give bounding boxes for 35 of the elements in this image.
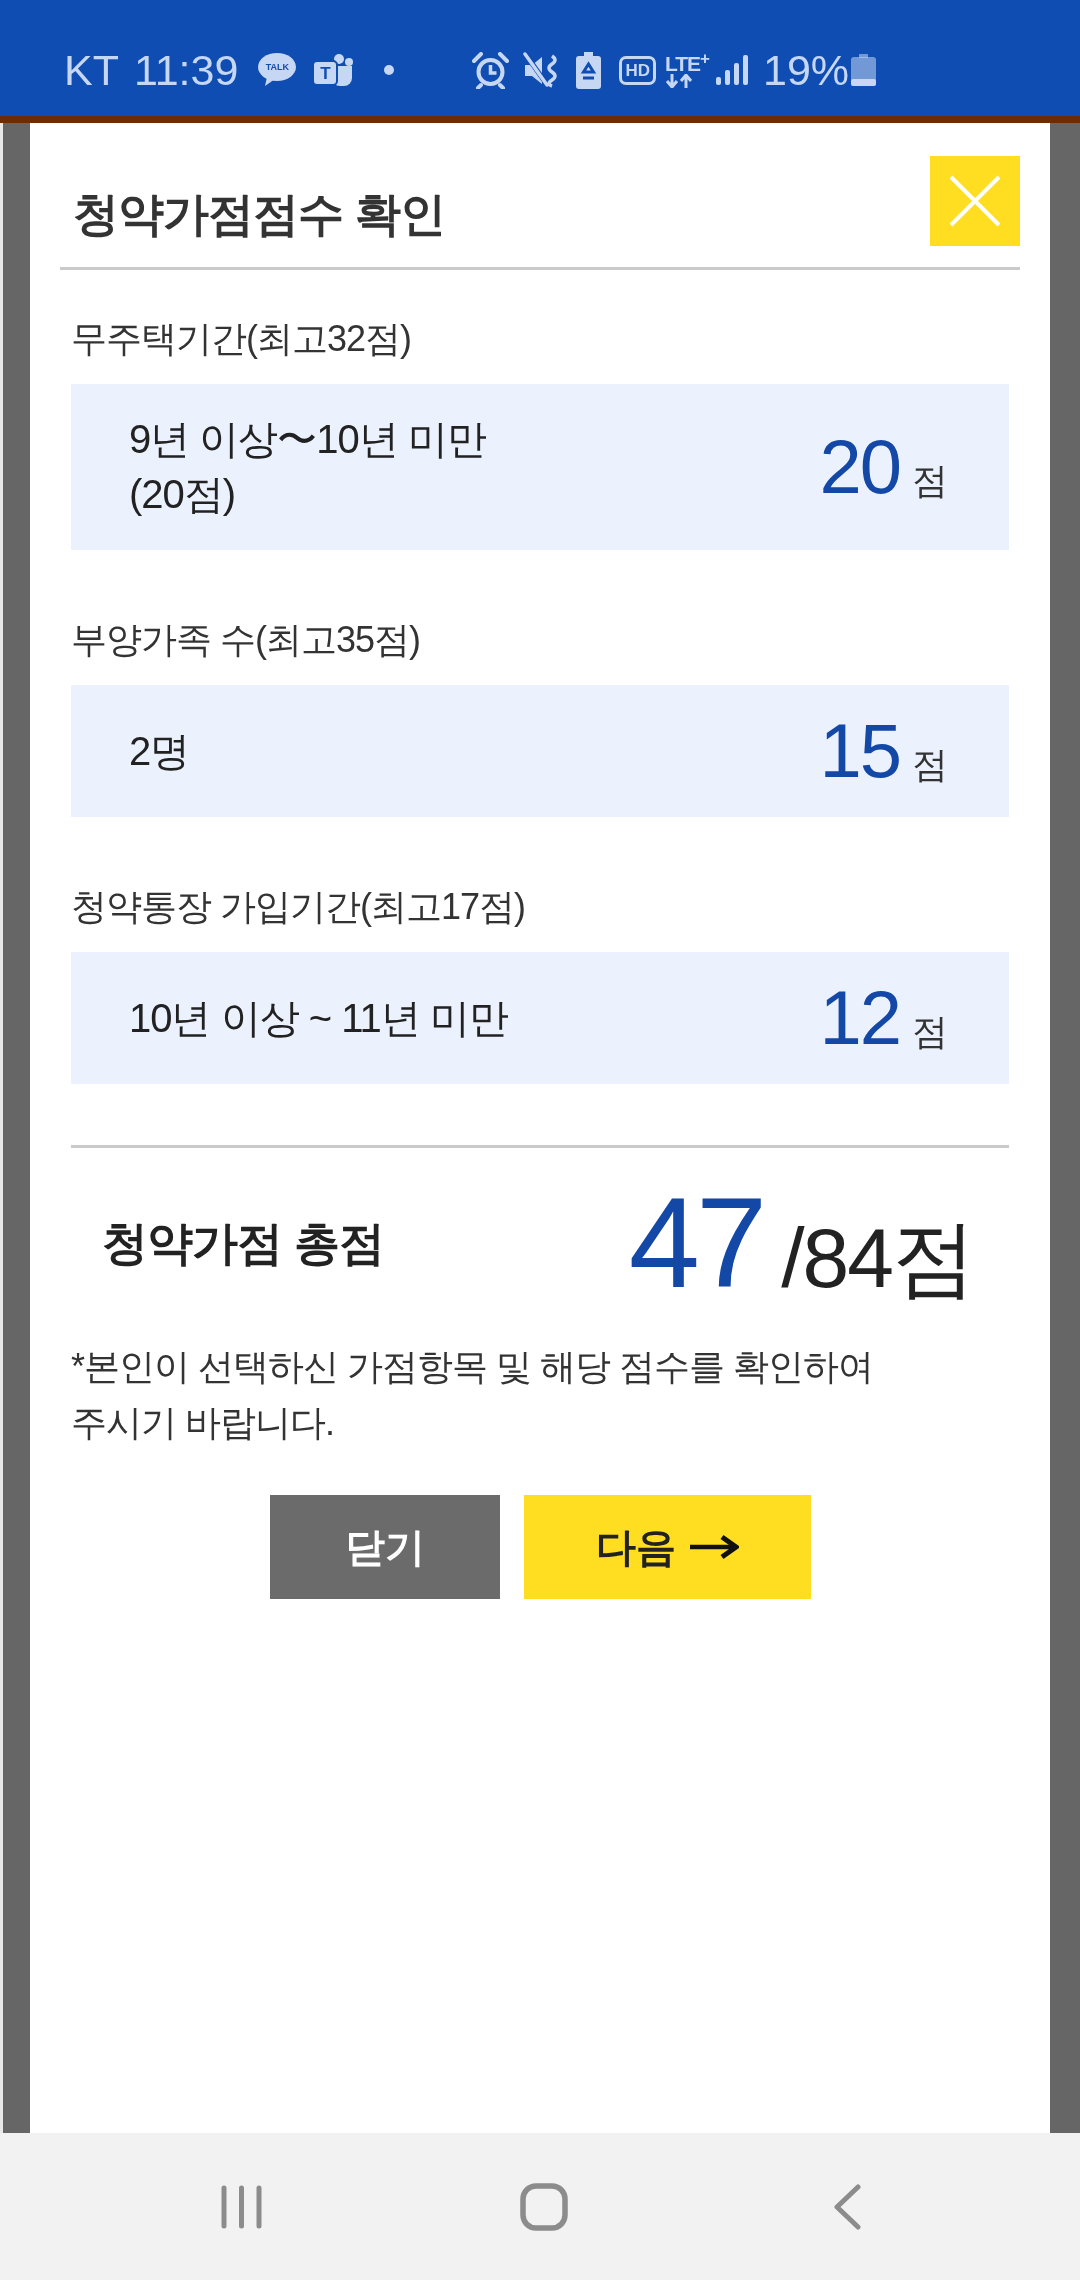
score-unit: 점 xyxy=(912,747,948,783)
recent-apps-icon[interactable] xyxy=(221,2184,262,2229)
section-label: 무주택기간(최고32점) xyxy=(71,319,413,359)
signal-bars-icon xyxy=(716,55,749,85)
home-icon[interactable] xyxy=(520,2182,568,2231)
score-value: 20 xyxy=(819,429,900,505)
score-unit: 점 xyxy=(912,1014,948,1050)
carrier-label: KT xyxy=(64,48,119,92)
total-label: 청약가점 총점 xyxy=(102,1215,384,1271)
alarm-clock-icon xyxy=(472,51,510,89)
network-type-label: LTE$^{+}$ xyxy=(664,52,709,74)
battery-saver-icon xyxy=(575,51,603,89)
close-dialog-button[interactable]: 닫기 xyxy=(269,1495,500,1599)
score-unit: 점 xyxy=(912,463,948,499)
section-label: 청약통장 가입기간(최고17점) xyxy=(71,887,527,927)
hd-badge: HD xyxy=(619,55,656,85)
score-value: 12 xyxy=(819,980,900,1056)
back-icon[interactable] xyxy=(833,2183,861,2230)
section-label: 부양가족 수(최고35점) xyxy=(71,620,422,660)
battery-icon xyxy=(851,54,877,86)
next-button[interactable]: 다음 xyxy=(523,1495,811,1599)
arrow-icon[interactable] xyxy=(689,1534,739,1560)
answer-text: 9년 이상〜10년 미만 (20점) xyxy=(129,416,486,518)
score-value: 15 xyxy=(819,713,900,789)
notification-dot-icon xyxy=(384,65,395,75)
app-badge: T xyxy=(312,53,354,87)
answer-text: 2명 xyxy=(129,727,190,775)
max-score: /84점 xyxy=(781,1216,974,1300)
data-arrows-icon xyxy=(664,73,695,88)
battery-percent: 19% xyxy=(763,48,850,92)
answer-text: 10년 이상 ~ 11년 미만 xyxy=(129,994,508,1042)
notice-text: *본인이 선택하신 가점항목 및 해당 점수를 확인하여 주시기 바랍니다. xyxy=(71,1345,875,1445)
dialog-title: 청약가점점수 확인 xyxy=(73,186,445,242)
total-score: 47 xyxy=(628,1179,764,1307)
clock-time: 11:39 xyxy=(133,48,239,92)
